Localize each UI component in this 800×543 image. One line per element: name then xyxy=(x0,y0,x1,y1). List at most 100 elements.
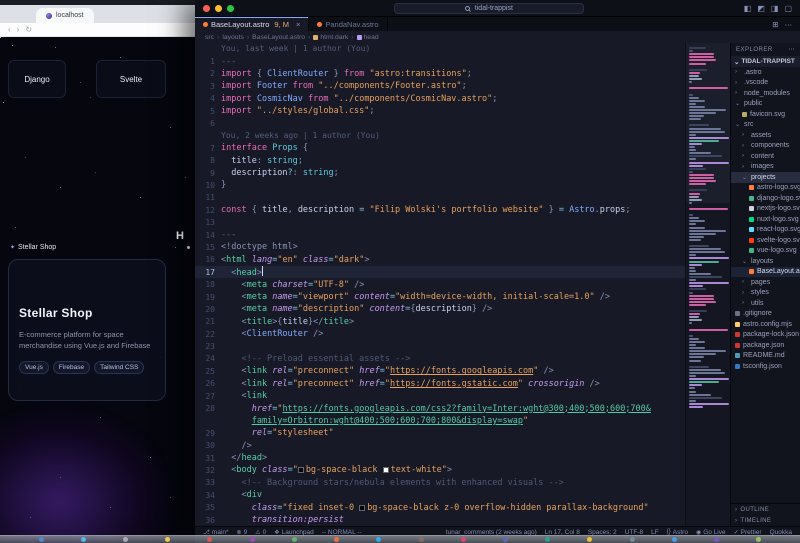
line-number[interactable]: 30 xyxy=(195,441,221,450)
code-line[interactable]: 34 <div xyxy=(195,489,685,501)
line-number[interactable]: 10 xyxy=(195,181,221,190)
code-line[interactable]: 4 import CosmicNav from "../components/Co… xyxy=(195,93,685,105)
explorer-file-nuxt-logo.svg[interactable]: nuxt-logo.svg xyxy=(731,214,800,225)
breadcrumb-item[interactable]: src xyxy=(205,34,214,41)
dock-app-icon[interactable] xyxy=(291,537,297,542)
line-number[interactable]: 35 xyxy=(195,503,221,512)
breadcrumb-item[interactable]: head xyxy=(356,34,379,41)
line-number[interactable]: 20 xyxy=(195,305,221,314)
explorer-more-actions-icon[interactable]: ⋯ xyxy=(789,46,796,53)
dock-app-icon[interactable] xyxy=(545,537,551,542)
code-line[interactable]: 7 interface Props { xyxy=(195,142,685,154)
explorer-root[interactable]: ⌄ TIDAL-TRAPPIST xyxy=(731,56,800,67)
dock-app-icon[interactable] xyxy=(376,537,382,542)
line-number[interactable]: 15 xyxy=(195,243,221,252)
dock-app-icon[interactable] xyxy=(80,537,86,542)
explorer-folder-pages[interactable]: › pages xyxy=(731,277,800,288)
line-number[interactable]: 22 xyxy=(195,330,221,339)
line-number[interactable]: 1 xyxy=(195,57,221,66)
explorer-file-django-logo.svg[interactable]: django-logo.svg xyxy=(731,193,800,204)
explorer-folder-.astro[interactable]: › .astro xyxy=(731,67,800,78)
code-line[interactable]: 29 rel="stylesheet" xyxy=(195,427,685,439)
zoom-window-button[interactable] xyxy=(227,4,234,12)
explorer-folder-components[interactable]: › components xyxy=(731,141,800,152)
browser-toolbar[interactable]: ‹ › ↻ xyxy=(0,23,195,37)
editor-tab[interactable]: BaseLayout.astro 9, M × xyxy=(195,17,310,31)
editor-tab[interactable]: PandaNav.astro xyxy=(309,17,388,31)
explorer-file-package.json[interactable]: package.json xyxy=(731,340,800,351)
dock-app-icon[interactable] xyxy=(714,537,720,542)
line-number[interactable]: 32 xyxy=(195,466,221,475)
line-number[interactable]: 3 xyxy=(195,82,221,91)
line-number[interactable]: 34 xyxy=(195,491,221,500)
line-number[interactable]: 12 xyxy=(195,206,221,215)
explorer-file-favicon.svg[interactable]: favicon.svg xyxy=(731,109,800,120)
code-line[interactable]: 16 <html lang="en" class="dark"> xyxy=(195,254,685,266)
line-number[interactable]: 9 xyxy=(195,169,221,178)
code-line[interactable]: 13 xyxy=(195,216,685,228)
explorer-folder-utils[interactable]: › utils xyxy=(731,298,800,309)
code-line[interactable]: 2 import { ClientRouter } from "astro:tra… xyxy=(195,68,685,80)
dock-app-icon[interactable] xyxy=(334,537,340,542)
line-number[interactable]: 28 xyxy=(195,404,221,413)
line-number[interactable]: 16 xyxy=(195,255,221,264)
section-outline[interactable]: › OUTLINE xyxy=(731,504,800,515)
line-number[interactable]: 29 xyxy=(195,429,221,438)
line-number[interactable]: 2 xyxy=(195,69,221,78)
code-line[interactable]: 24 <!-- Preload essential assets --> xyxy=(195,353,685,365)
explorer-folder-layouts[interactable]: ⌄ layouts xyxy=(731,256,800,267)
project-card[interactable]: Stellar Shop E-commerce platform for spa… xyxy=(8,259,166,401)
explorer-folder-projects[interactable]: ⌄ projects xyxy=(731,172,800,183)
code-line[interactable]: 9 description?: string; xyxy=(195,167,685,179)
more-actions-icon[interactable]: ⋯ xyxy=(785,20,793,29)
macos-dock[interactable] xyxy=(0,535,800,543)
code-line[interactable]: 27 <link xyxy=(195,390,685,402)
skill-card-django[interactable]: Django xyxy=(8,60,66,98)
minimize-window-button[interactable] xyxy=(215,4,222,12)
explorer-file-tsconfig.json[interactable]: tsconfig.json xyxy=(731,361,800,372)
code-line[interactable]: 10} xyxy=(195,179,685,191)
section-timeline[interactable]: › TIMELINE xyxy=(731,515,800,526)
line-number[interactable]: 21 xyxy=(195,317,221,326)
command-center[interactable]: tidal-trappist xyxy=(393,2,584,14)
code-line[interactable]: 8 title: string; xyxy=(195,155,685,167)
line-number[interactable]: 8 xyxy=(195,156,221,165)
explorer-folder-public[interactable]: ⌄ public xyxy=(731,99,800,110)
close-icon[interactable]: × xyxy=(296,20,300,29)
line-number[interactable]: 4 xyxy=(195,94,221,103)
explorer-folder-node_modules[interactable]: › node_modules xyxy=(731,88,800,99)
minimap[interactable] xyxy=(685,43,730,526)
breadcrumb-item[interactable]: html.dark xyxy=(313,34,348,41)
line-number[interactable]: 36 xyxy=(195,516,221,525)
explorer-file-svelte-logo.svg[interactable]: svelte-logo.svg xyxy=(731,235,800,246)
line-number[interactable]: 24 xyxy=(195,354,221,363)
code-editor[interactable]: You, last week | 1 author (You) 1 --- 2 impo… xyxy=(195,43,685,526)
dock-app-icon[interactable] xyxy=(418,537,424,542)
code-line[interactable]: 17 <head> xyxy=(195,266,685,279)
back-icon[interactable]: ‹ xyxy=(8,25,11,34)
line-number[interactable]: 26 xyxy=(195,379,221,388)
dock-app-icon[interactable] xyxy=(460,537,466,542)
code-line[interactable]: 26 <link rel="preconnect" href="https://… xyxy=(195,378,685,390)
forward-icon[interactable]: › xyxy=(17,25,20,34)
code-line[interactable]: You, 2 weeks ago | 1 author (You) xyxy=(195,130,685,142)
toggle-panel-icon[interactable]: ◩ xyxy=(757,4,765,13)
code-line[interactable]: 20 <meta name="description" content={des… xyxy=(195,303,685,315)
code-line[interactable]: 36 transition:persist xyxy=(195,514,685,526)
code-line[interactable]: 1 --- xyxy=(195,55,685,67)
explorer-file-astro.config.mjs[interactable]: astro.config.mjs xyxy=(731,319,800,330)
explorer-folder-assets[interactable]: › assets xyxy=(731,130,800,141)
explorer-folder-src[interactable]: ⌄ src xyxy=(731,120,800,131)
breadcrumb-item[interactable]: layouts xyxy=(222,34,244,41)
dock-app-icon[interactable] xyxy=(165,537,171,542)
dock-app-icon[interactable] xyxy=(503,537,509,542)
code-line[interactable]: 3 import Footer from "../components/Foote… xyxy=(195,80,685,92)
dock-app-icon[interactable] xyxy=(123,537,129,542)
code-line[interactable]: family=Orbitron:wght@400;500;600;700;800… xyxy=(195,415,685,427)
explorer-file-package-lock.json[interactable]: package-lock.json xyxy=(731,330,800,341)
explorer-file-nextjs-logo.svg[interactable]: nextjs-logo.svg xyxy=(731,204,800,215)
line-number[interactable]: 13 xyxy=(195,218,221,227)
line-number[interactable]: 17 xyxy=(195,268,221,277)
dock-app-icon[interactable] xyxy=(207,537,213,542)
line-number[interactable]: 11 xyxy=(195,193,221,202)
